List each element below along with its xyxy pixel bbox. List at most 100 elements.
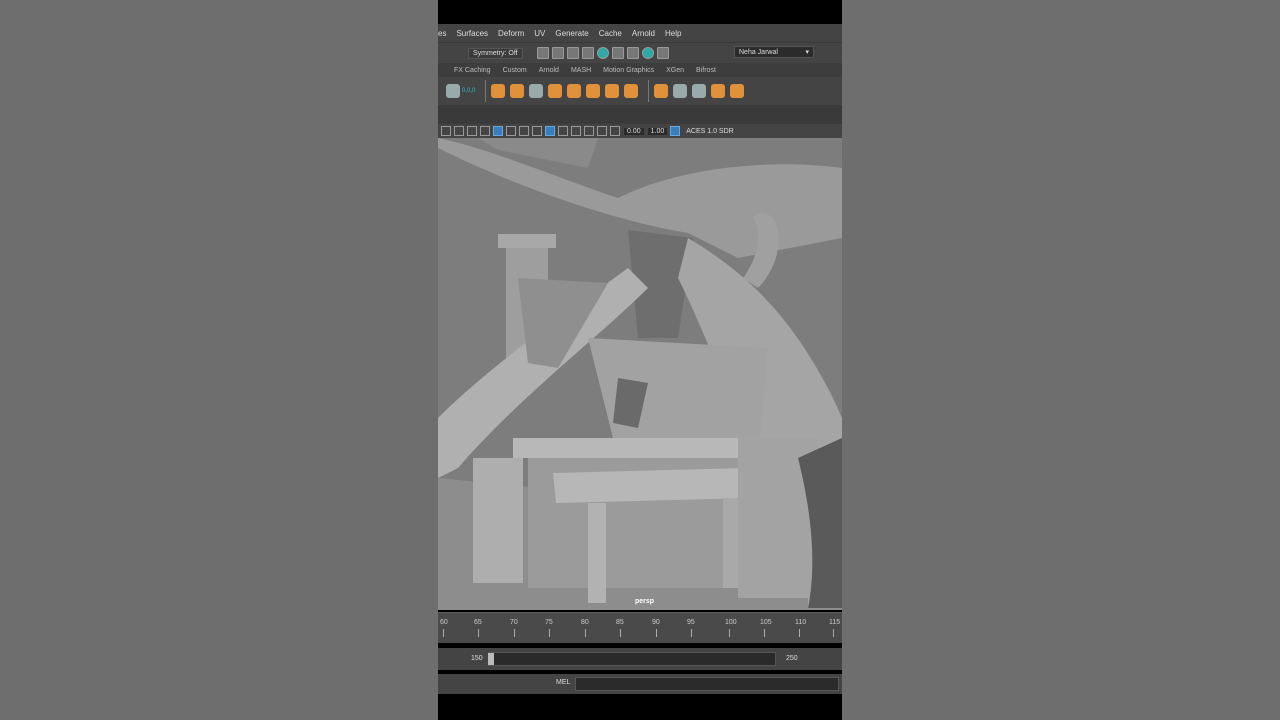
- bridge-icon[interactable]: [624, 84, 639, 98]
- ipr-render-icon[interactable]: [551, 47, 564, 59]
- tick-mark: [585, 629, 586, 637]
- box-icon[interactable]: [711, 84, 726, 98]
- camera-attributes-icon[interactable]: [454, 126, 464, 136]
- range-end-field[interactable]: 250: [786, 655, 798, 662]
- panel-toolbar: 0.00 1.00 ACES 1.0 SDR: [438, 124, 842, 138]
- snap-tool-icon[interactable]: [446, 84, 460, 98]
- panel-gap: [438, 105, 842, 124]
- frame-tick: 90: [652, 619, 660, 626]
- camera-label: persp: [635, 598, 655, 605]
- status-line: Symmetry: Off Neha Jarwal ▾: [438, 42, 842, 63]
- combine-icon[interactable]: [567, 84, 582, 98]
- textured-icon[interactable]: [506, 126, 516, 136]
- command-line: MEL: [438, 674, 842, 694]
- video-pillar-left: [0, 0, 438, 720]
- shelf-tab-fx-caching[interactable]: FX Caching: [454, 67, 491, 74]
- color-space-label[interactable]: ACES 1.0 SDR: [686, 128, 733, 135]
- shadows-icon[interactable]: [532, 126, 542, 136]
- pause-icon[interactable]: [656, 47, 669, 59]
- shelf-separator: [485, 80, 487, 102]
- render-frame-icon[interactable]: [536, 47, 549, 59]
- arnold-render-icon[interactable]: [596, 47, 609, 59]
- range-handle[interactable]: [488, 653, 494, 665]
- shelf-tab-bifrost[interactable]: Bifrost: [696, 67, 716, 74]
- tick-mark: [478, 629, 479, 637]
- hypershade-icon[interactable]: [581, 47, 594, 59]
- tick-mark: [549, 629, 550, 637]
- smooth-shade-icon[interactable]: [493, 126, 503, 136]
- mel-label[interactable]: MEL: [556, 679, 570, 686]
- uv-icon[interactable]: [730, 84, 745, 98]
- frame-tick: 70: [510, 619, 518, 626]
- isolate-icon[interactable]: [558, 126, 568, 136]
- shelf-tab-xgen[interactable]: XGen: [666, 67, 684, 74]
- light-render-icon[interactable]: [641, 47, 654, 59]
- wireframe-icon[interactable]: [480, 126, 490, 136]
- extract-icon[interactable]: [586, 84, 601, 98]
- tick-mark: [764, 629, 765, 637]
- render-settings-icon[interactable]: [566, 47, 579, 59]
- tick-mark: [833, 629, 834, 637]
- sphere-render-icon[interactable]: [626, 47, 639, 59]
- frame-tick: 80: [581, 619, 589, 626]
- grid-toggle-icon[interactable]: [571, 126, 581, 136]
- multi-cut-icon[interactable]: [673, 84, 688, 98]
- film-gate-icon[interactable]: [584, 126, 594, 136]
- tick-mark: [443, 629, 444, 637]
- tick-mark: [799, 629, 800, 637]
- shelf-tab-mash[interactable]: MASH: [571, 67, 591, 74]
- frame-tick: 95: [687, 619, 695, 626]
- range-slider: 150 250: [438, 648, 842, 670]
- extrude-icon[interactable]: [654, 84, 669, 98]
- tick-mark: [691, 629, 692, 637]
- menu-item-arnold[interactable]: Arnold: [632, 29, 655, 38]
- viewport-scene: [438, 138, 842, 610]
- range-bar[interactable]: [488, 652, 776, 666]
- lights-icon[interactable]: [519, 126, 529, 136]
- frame-tick: 110: [795, 619, 807, 626]
- torus-icon[interactable]: [510, 84, 525, 98]
- frame-tick: 115: [829, 619, 841, 626]
- target-weld-icon[interactable]: [692, 84, 707, 98]
- top-black-bar: [438, 0, 842, 24]
- sphere-icon[interactable]: [491, 84, 506, 98]
- bottom-black-bar: [438, 694, 842, 720]
- viewport-persp[interactable]: persp: [438, 138, 842, 610]
- frame-tick: 75: [545, 619, 553, 626]
- command-input[interactable]: [575, 677, 839, 691]
- exposure-icon[interactable]: [610, 126, 620, 136]
- tick-mark: [656, 629, 657, 637]
- bookmark-icon[interactable]: [467, 126, 477, 136]
- menu-item-generate[interactable]: Generate: [555, 29, 588, 38]
- user-name: Neha Jarwal: [739, 49, 778, 56]
- frame-tick: 105: [760, 619, 772, 626]
- shelf-tab-custom[interactable]: Custom: [503, 67, 527, 74]
- gamma-field[interactable]: 1.00: [647, 127, 668, 135]
- shelf-tabs: FX Caching Custom Arnold MASH Motion Gra…: [438, 63, 842, 77]
- pivot-coords: 0,0,0: [462, 88, 476, 94]
- select-camera-icon[interactable]: [441, 126, 451, 136]
- arnold-ipr-icon[interactable]: [611, 47, 624, 59]
- shelf-tab-arnold[interactable]: Arnold: [539, 67, 559, 74]
- time-slider[interactable]: 60 65 70 75 80 85 90 95 100 105 110 115: [438, 612, 842, 643]
- menu-item-uv[interactable]: UV: [534, 29, 545, 38]
- main-menu-bar: es Surfaces Deform UV Generate Cache Arn…: [438, 24, 842, 42]
- grid-icon[interactable]: [529, 84, 544, 98]
- menu-item-deform[interactable]: Deform: [498, 29, 524, 38]
- cube-pair-icon[interactable]: [548, 84, 563, 98]
- range-current-field[interactable]: 150: [471, 655, 483, 662]
- symmetry-dropdown[interactable]: Symmetry: Off: [468, 47, 523, 59]
- tick-mark: [514, 629, 515, 637]
- menu-item-help[interactable]: Help: [665, 29, 681, 38]
- menu-item-surfaces[interactable]: Surfaces: [456, 29, 488, 38]
- color-management-icon[interactable]: [670, 126, 681, 136]
- menu-item-es[interactable]: es: [438, 29, 446, 38]
- user-account-dropdown[interactable]: Neha Jarwal ▾: [734, 46, 814, 58]
- menu-item-cache[interactable]: Cache: [599, 29, 622, 38]
- resolution-gate-icon[interactable]: [597, 126, 607, 136]
- shelf-tab-motion-graphics[interactable]: Motion Graphics: [603, 67, 654, 74]
- bevel-icon[interactable]: [605, 84, 620, 98]
- tick-mark: [620, 629, 621, 637]
- exposure-field[interactable]: 0.00: [624, 127, 644, 135]
- xray-icon[interactable]: [545, 126, 555, 136]
